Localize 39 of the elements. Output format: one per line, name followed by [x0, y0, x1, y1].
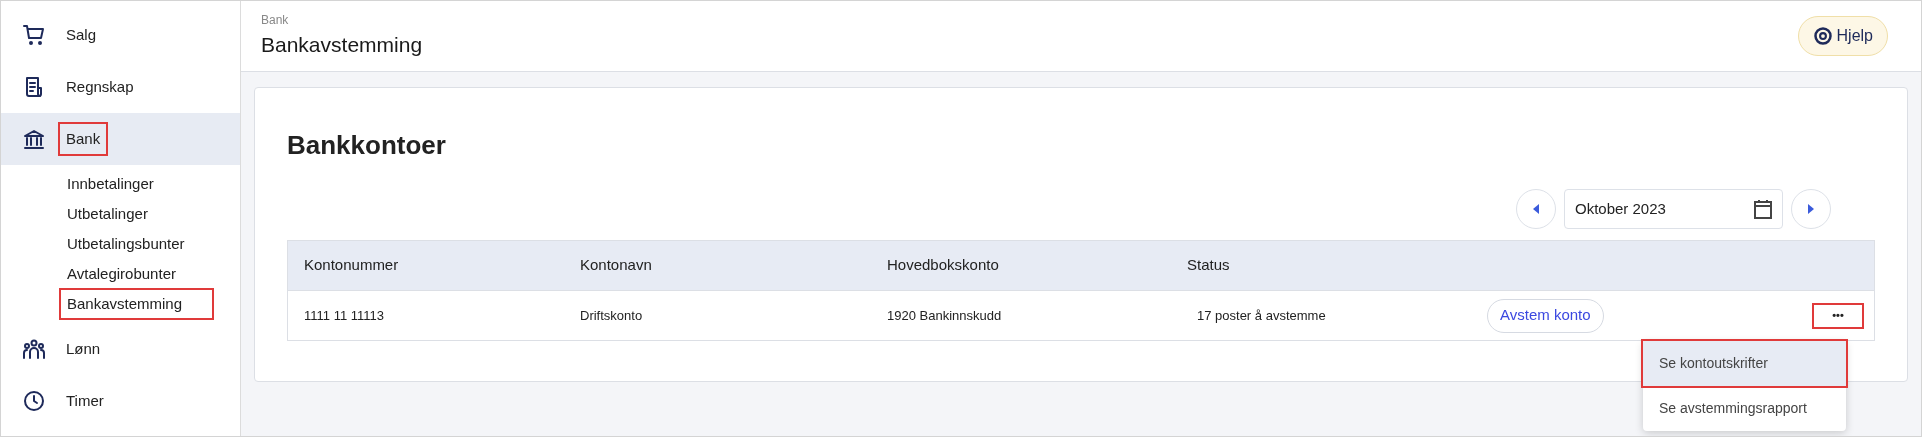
- sidebar-label: Lønn: [65, 338, 102, 359]
- submenu-item[interactable]: Innbetalinger: [61, 169, 160, 199]
- lifebuoy-icon: [1812, 26, 1833, 46]
- left-triangle-icon: [1533, 204, 1539, 214]
- right-triangle-icon: [1808, 204, 1814, 214]
- clock-icon: [22, 389, 46, 413]
- submenu-item[interactable]: Avtalegirobunter: [61, 259, 182, 289]
- submenu-item[interactable]: Bankavstemming: [61, 289, 213, 319]
- table-cell-text: 1111 11 11113: [303, 306, 385, 325]
- column-header: Kontonavn: [580, 255, 653, 276]
- sidebar-item[interactable]: Bank: [1, 113, 240, 165]
- submenu-item[interactable]: Utbetalinger: [61, 199, 154, 229]
- sidebar-item[interactable]: Regnskap: [1, 61, 240, 113]
- page-title: Bankavstemming: [261, 32, 423, 59]
- bank-icon: [22, 127, 46, 151]
- column-header: Status: [1187, 255, 1231, 276]
- cart-icon: [22, 23, 46, 47]
- sidebar-item[interactable]: Salg: [1, 9, 240, 61]
- table-cell-text: 17 poster å avstemme: [1196, 306, 1327, 325]
- table-cell-text: 1920 Bankinnskudd: [887, 306, 1003, 325]
- more-button[interactable]: •••: [1814, 304, 1862, 327]
- help-button[interactable]: Hjelp: [1797, 16, 1888, 56]
- sidebar-label: Salg: [65, 24, 98, 45]
- sidebar-label: Timer: [65, 390, 105, 411]
- breadcrumb[interactable]: Bank: [261, 11, 423, 30]
- people-icon: [22, 337, 46, 361]
- calendar-icon: [1754, 199, 1772, 219]
- sidebar-item[interactable]: Timer: [1, 375, 240, 427]
- menu-item[interactable]: Se avstemmingsrapport: [1643, 386, 1846, 431]
- month-picker[interactable]: Oktober 2023: [1564, 189, 1783, 229]
- section-title: Bankkontoer: [287, 129, 447, 162]
- menu-item[interactable]: Se kontoutskrifter: [1643, 341, 1846, 386]
- sidebar-label: Regnskap: [65, 76, 135, 97]
- submenu-item[interactable]: Utbetalingsbunter: [61, 229, 191, 259]
- column-header: Kontonummer: [303, 255, 400, 276]
- sidebar-label: Bank: [60, 123, 107, 155]
- column-header: Hovedbokskonto: [887, 255, 1000, 276]
- table-cell-text: Driftskonto: [580, 306, 644, 325]
- sidebar-item[interactable]: Lønn: [1, 323, 240, 375]
